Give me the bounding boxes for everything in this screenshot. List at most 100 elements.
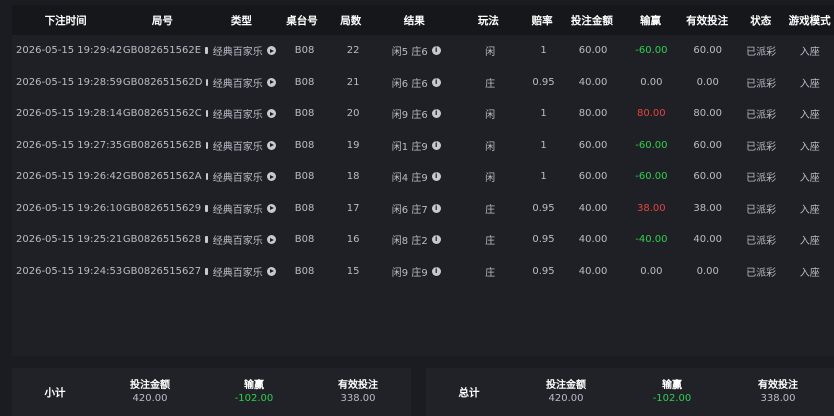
play-icon[interactable] xyxy=(266,46,276,56)
col-header-effective: 有效投注 xyxy=(686,14,729,27)
col-header-round: 局数 xyxy=(340,14,362,27)
bet-amount: 40.00 xyxy=(578,76,608,88)
round-number: 18 xyxy=(346,171,360,183)
bet-time-text: 2026-05-15 19:24:53 xyxy=(16,265,123,277)
table-number: B08 xyxy=(294,234,315,246)
result-text: 闲9 庄6 xyxy=(391,110,428,122)
effective-bet: 38.00 xyxy=(693,202,723,214)
play-icon[interactable] xyxy=(266,77,276,87)
effective-bet: 60.00 xyxy=(693,45,723,57)
result: 闲4 庄9 i xyxy=(377,169,455,184)
info-icon[interactable]: i xyxy=(431,203,441,213)
bet-time: 2026-05-15 19:24:53 xyxy=(12,266,123,277)
total-winloss: 输赢 -102.00 xyxy=(620,379,724,405)
odds: 0.95 xyxy=(532,265,555,277)
game-mode: 入座 xyxy=(799,267,820,279)
game-mode: 入座 xyxy=(799,78,820,90)
odds: 0.95 xyxy=(532,76,555,88)
play-icon[interactable] xyxy=(266,140,276,150)
table-header: 下注时间 局号 类型 桌台号 局数 结果 玩法 赔率 投注金额 输赢 有效投注 … xyxy=(12,5,834,35)
bet-time: 2026-05-15 19:28:14 xyxy=(12,108,123,119)
table-number: B08 xyxy=(294,265,315,277)
result-text: 闲8 庄2 xyxy=(391,236,428,248)
table-number: B08 xyxy=(294,108,315,120)
bet-time: 2026-05-15 19:26:42 xyxy=(12,171,123,182)
info-icon[interactable]: i xyxy=(431,77,441,87)
info-icon[interactable]: i xyxy=(431,109,441,119)
subtotal-amount-value: 420.00 xyxy=(132,393,168,404)
bet-history-table: 下注时间 局号 类型 桌台号 局数 结果 玩法 赔率 投注金额 输赢 有效投注 … xyxy=(12,5,834,356)
round-number: 19 xyxy=(346,139,360,151)
bet-time: 2026-05-15 19:25:21 xyxy=(12,234,123,245)
round-id-text: GB082651562C xyxy=(122,108,202,120)
col-header-mode: 游戏模式 xyxy=(788,14,831,27)
status: 已派彩 xyxy=(746,267,777,279)
col-header-type: 类型 xyxy=(230,14,252,27)
total-amount: 投注金额 420.00 xyxy=(512,379,620,405)
round-id: GB082651562C xyxy=(122,108,209,120)
result-text: 闲9 庄9 xyxy=(391,267,428,279)
round-number: 21 xyxy=(346,76,360,88)
game-type: 经典百家乐 xyxy=(208,232,280,247)
game-mode: 入座 xyxy=(799,141,820,153)
play-icon[interactable] xyxy=(266,235,276,245)
win-loss: 38.00 xyxy=(637,202,666,214)
game-type-text: 经典百家乐 xyxy=(212,78,263,90)
game-type-text: 经典百家乐 xyxy=(212,47,263,59)
subtotal-panel: 小计 投注金额 420.00 输赢 -102.00 有效投注 338.00 xyxy=(12,368,411,416)
game-mode: 入座 xyxy=(799,236,820,248)
col-header-time: 下注时间 xyxy=(44,14,87,27)
bet-time-text: 2026-05-15 19:29:42 xyxy=(16,45,123,57)
odds: 1 xyxy=(540,108,547,120)
table-number: B08 xyxy=(294,202,315,214)
col-header-result: 结果 xyxy=(403,14,425,27)
info-icon[interactable]: i xyxy=(431,140,441,150)
total-effective: 有效投注 338.00 xyxy=(724,379,832,405)
result: 闲5 庄6 i xyxy=(377,43,455,58)
play-icon[interactable] xyxy=(266,266,276,276)
table-number: B08 xyxy=(294,139,315,151)
col-header-table: 桌台号 xyxy=(286,14,318,27)
bet-amount: 60.00 xyxy=(578,45,608,57)
game-type-text: 经典百家乐 xyxy=(212,204,263,216)
play-type: 庄 xyxy=(485,204,496,216)
info-icon[interactable]: i xyxy=(431,266,441,276)
game-type: 经典百家乐 xyxy=(208,106,280,121)
result-text: 闲5 庄6 xyxy=(391,47,428,59)
total-winloss-value: -102.00 xyxy=(652,393,692,404)
round-id-text: GB082651562E xyxy=(122,45,202,57)
info-icon[interactable]: i xyxy=(431,172,441,182)
game-mode: 入座 xyxy=(799,173,820,185)
round-id-text: GB082651562B xyxy=(122,139,202,151)
info-icon[interactable]: i xyxy=(431,235,441,245)
game-type-text: 经典百家乐 xyxy=(212,267,263,279)
play-type: 闲 xyxy=(485,141,496,153)
total-amount-value: 420.00 xyxy=(548,393,584,404)
subtotal-winloss: 输赢 -102.00 xyxy=(202,379,306,405)
odds: 0.95 xyxy=(532,202,555,214)
round-id-text: GB0826515627 xyxy=(122,265,202,277)
round-number: 16 xyxy=(346,234,360,246)
table-row: 2026-05-15 19:26:42 GB082651562A 经典百家乐 B08 1… xyxy=(12,161,834,193)
play-type: 闲 xyxy=(485,110,496,122)
play-icon[interactable] xyxy=(266,203,276,213)
info-icon[interactable]: i xyxy=(431,46,441,56)
bet-time: 2026-05-15 19:28:59 xyxy=(12,77,123,88)
table-row: 2026-05-15 19:29:42 GB082651562E 经典百家乐 B08 2… xyxy=(12,35,834,67)
bet-time-text: 2026-05-15 19:28:59 xyxy=(16,76,123,88)
game-type-text: 经典百家乐 xyxy=(212,173,263,185)
play-icon[interactable] xyxy=(266,109,276,119)
bet-time-text: 2026-05-15 19:26:10 xyxy=(16,202,123,214)
result: 闲6 庄6 i xyxy=(377,75,455,90)
col-header-winloss: 输赢 xyxy=(639,14,661,27)
subtotal-effective-head: 有效投注 xyxy=(338,380,378,391)
col-header-amount: 投注金额 xyxy=(570,14,613,27)
play-icon[interactable] xyxy=(266,172,276,182)
result-text: 闲1 庄9 xyxy=(391,141,428,153)
bet-amount: 40.00 xyxy=(578,265,608,277)
bet-amount: 60.00 xyxy=(578,171,608,183)
round-number: 20 xyxy=(346,108,360,120)
table-number: B08 xyxy=(294,171,315,183)
bet-time: 2026-05-15 19:27:35 xyxy=(12,140,123,151)
bet-time-text: 2026-05-15 19:25:21 xyxy=(16,234,123,246)
